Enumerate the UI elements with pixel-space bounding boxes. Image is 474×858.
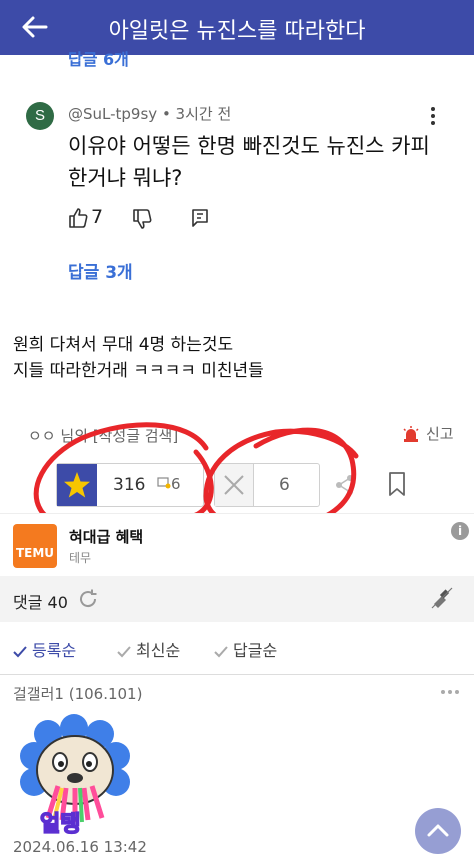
tab-sort-newest[interactable]: 최신순 xyxy=(117,637,180,661)
comment-count-label: 댓글 40 xyxy=(13,593,68,612)
temu-logo: TEMU xyxy=(13,524,57,568)
chevron-up-icon xyxy=(427,824,449,837)
sticker-caption: 얼탱 xyxy=(39,811,81,838)
refresh-icon[interactable] xyxy=(77,588,99,610)
more-horizontal-icon[interactable] xyxy=(440,689,460,695)
ad-info-icon[interactable]: i xyxy=(451,522,469,540)
check-icon xyxy=(13,646,27,658)
check-icon xyxy=(214,646,228,658)
tab-label: 최신순 xyxy=(136,641,181,660)
tab-label: 등록순 xyxy=(32,641,77,660)
tab-label: 답글순 xyxy=(233,641,278,660)
tab-sort-replies[interactable]: 답글순 xyxy=(214,637,277,661)
comment-author: 걸갤러1 (106.101) xyxy=(13,685,143,703)
ad-banner[interactable]: TEMU 혀대급 혜택 테무 i xyxy=(0,513,474,576)
scroll-top-button[interactable] xyxy=(415,808,461,854)
check-icon xyxy=(117,646,131,658)
ad-title: 혀대급 혜택 xyxy=(69,528,144,546)
comments-bar: 댓글 40 xyxy=(0,576,474,622)
comment-date: 2024.06.16 13:42 xyxy=(13,838,147,856)
tab-sort-registered[interactable]: 등록순 xyxy=(13,637,76,661)
ad-subtitle: 테무 xyxy=(69,551,92,565)
sort-tabs: 등록순 최신순 답글순 xyxy=(0,622,474,675)
image-off-toggle-icon[interactable] xyxy=(430,586,454,610)
